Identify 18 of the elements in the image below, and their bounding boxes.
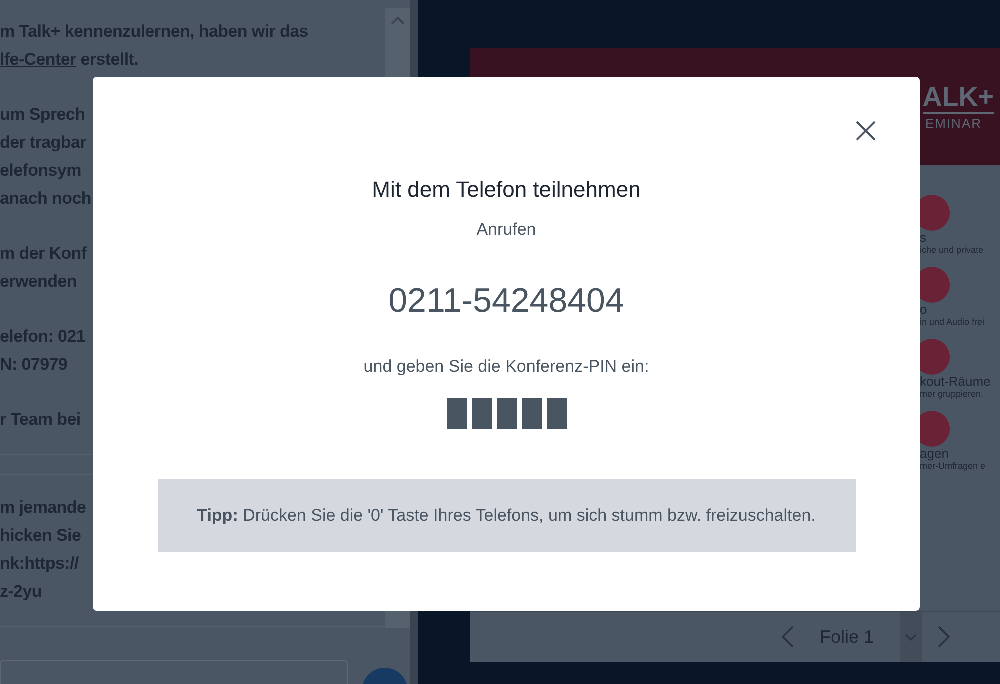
phone-number: 0211-54248404	[388, 281, 624, 322]
chevron-right-icon[interactable]	[938, 626, 950, 648]
chevron-down-icon	[905, 634, 917, 640]
masked-pin-digit	[496, 398, 516, 429]
dialog-title: Mit dem Telefon teilnehmen	[372, 176, 641, 204]
close-icon[interactable]	[854, 119, 878, 143]
chevron-up-icon[interactable]	[390, 16, 404, 25]
tip-text: Tipp: Drücken Sie die '0' Taste Ihres Telefons, um sich stumm bzw. freizuschalten.	[197, 506, 816, 526]
masked-pin-digit	[472, 398, 492, 429]
masked-pin-digit	[546, 398, 566, 429]
masked-pin-digit	[522, 398, 542, 429]
slide-dropdown[interactable]	[900, 612, 922, 662]
slide-logo: ALK+	[922, 82, 994, 114]
slide-logo-subtitle: EMINAR	[925, 116, 982, 131]
pin-instruction: und geben Sie die Konferenz-PIN ein:	[364, 356, 650, 378]
masked-pin-digit	[446, 398, 466, 429]
call-label: Anrufen	[476, 219, 536, 241]
chevron-left-icon[interactable]	[782, 626, 794, 648]
